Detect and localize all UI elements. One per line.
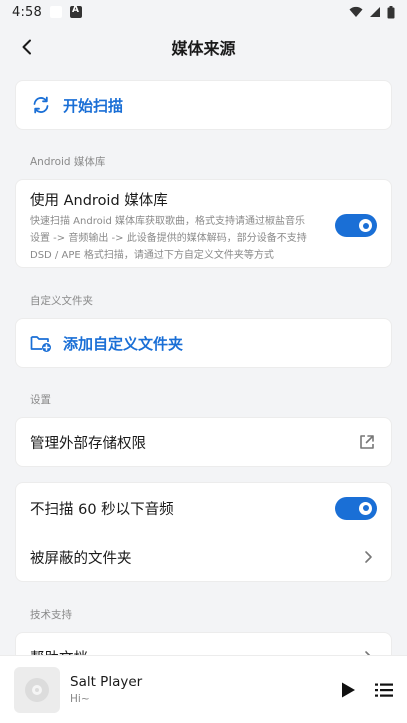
notification-icon xyxy=(50,6,62,18)
toggle-knob xyxy=(359,219,372,232)
skip-short-audio-toggle[interactable] xyxy=(335,496,377,520)
section-label-settings: 设置 xyxy=(30,394,51,406)
custom-folder-card: 添加自定义文件夹 xyxy=(15,318,392,368)
section-label-android-library: Android 媒体库 xyxy=(30,156,106,168)
back-button[interactable] xyxy=(12,32,42,62)
mini-player[interactable]: Salt Player Hi~ xyxy=(0,655,407,723)
android-library-toggle[interactable] xyxy=(335,214,377,237)
start-scan-label: 开始扫描 xyxy=(63,96,124,115)
android-library-title: 使用 Android 媒体库 xyxy=(30,193,168,209)
section-label-custom-folder: 自定义文件夹 xyxy=(30,295,93,307)
add-custom-folder-button[interactable]: 添加自定义文件夹 xyxy=(16,319,391,367)
scan-card: 开始扫描 xyxy=(15,80,392,130)
section-label-support: 技术支持 xyxy=(30,609,72,621)
description-line: DSD / APE 格式扫描，请通过下方自定义文件夹等方式 xyxy=(30,250,274,261)
android-library-description: 快速扫描 Android 媒体库获取歌曲，格式支持请通过椒盐音乐 设置 -> 音… xyxy=(30,213,329,264)
blocked-folders-label: 被屏蔽的文件夹 xyxy=(30,550,132,567)
android-library-row[interactable]: 使用 Android 媒体库 快速扫描 Android 媒体库获取歌曲，格式支持… xyxy=(16,180,391,267)
chevron-left-icon xyxy=(22,39,31,55)
disc-icon xyxy=(25,677,49,702)
status-bar: 4:58 xyxy=(0,0,407,24)
toggle-knob xyxy=(359,501,372,515)
play-icon xyxy=(342,682,355,697)
add-custom-folder-label: 添加自定义文件夹 xyxy=(63,334,184,353)
battery-icon xyxy=(387,5,395,18)
folder-plus-icon xyxy=(30,336,51,352)
queue-button[interactable] xyxy=(375,682,393,698)
blocked-folders-row[interactable]: 被屏蔽的文件夹 xyxy=(16,533,391,581)
storage-permission-row[interactable]: 管理外部存储权限 xyxy=(16,418,391,466)
storage-permission-card: 管理外部存储权限 xyxy=(15,417,392,467)
track-info: Salt Player Hi~ xyxy=(70,674,142,705)
description-line: 快速扫描 Android 媒体库获取歌曲，格式支持请通过椒盐音乐 xyxy=(30,216,306,227)
android-library-card: 使用 Android 媒体库 快速扫描 Android 媒体库获取歌曲，格式支持… xyxy=(15,179,392,268)
app-bar: 媒体来源 xyxy=(0,24,407,70)
refresh-icon xyxy=(33,96,49,114)
track-artist: Hi~ xyxy=(70,693,90,705)
player-controls xyxy=(339,681,393,699)
scan-options-card: 不扫描 60 秒以下音频 被屏蔽的文件夹 xyxy=(15,482,392,582)
description-line: 设置 -> 音频输出 -> 此设备提供的媒体解码，部分设备不支持 xyxy=(30,233,307,244)
app-notification-icon xyxy=(70,5,82,18)
status-time: 4:58 xyxy=(12,4,42,20)
open-external-icon xyxy=(360,435,374,449)
page-title: 媒体来源 xyxy=(171,39,236,58)
chevron-right-icon xyxy=(365,551,372,563)
signal-icon xyxy=(370,7,380,17)
storage-permission-label: 管理外部存储权限 xyxy=(30,435,146,452)
start-scan-button[interactable]: 开始扫描 xyxy=(16,81,391,129)
track-title: Salt Player xyxy=(70,674,143,690)
playlist-icon xyxy=(375,683,393,697)
wifi-icon xyxy=(349,6,363,17)
skip-short-audio-label: 不扫描 60 秒以下音频 xyxy=(30,501,174,518)
play-button[interactable] xyxy=(339,681,357,699)
album-art xyxy=(14,666,60,713)
skip-short-audio-row[interactable]: 不扫描 60 秒以下音频 xyxy=(16,483,391,533)
